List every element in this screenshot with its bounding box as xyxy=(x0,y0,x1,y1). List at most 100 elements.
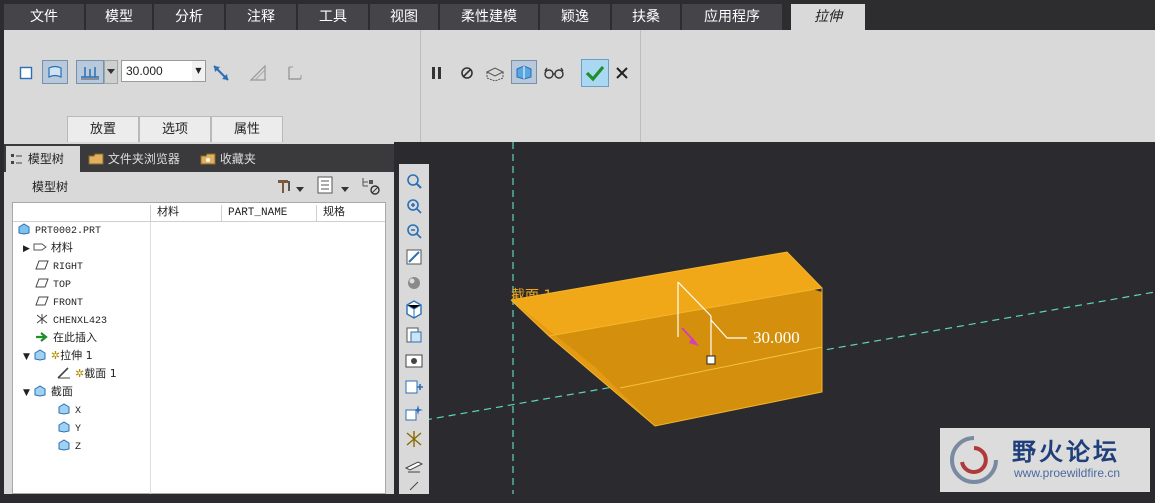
tree-item-extrude[interactable]: ▼ ✲拉伸 1 xyxy=(23,347,93,365)
tree-item-label: 拉伸 1 xyxy=(60,349,93,362)
navigator-panel: 模型树 文件夹浏览器 收藏夹 模型树 材料 PART_NAME 规格 PRT00… xyxy=(4,142,394,494)
panel-tabs: 模型树 文件夹浏览器 收藏夹 xyxy=(4,144,394,172)
tree-item-label: TOP xyxy=(53,280,72,291)
datum-plane-icon xyxy=(35,278,49,288)
section-label[interactable]: 截面 1 xyxy=(511,285,552,305)
tree-item-coordinate-system[interactable]: CHENXL423 xyxy=(35,311,107,329)
csys-display-icon[interactable] xyxy=(402,428,426,450)
tree-item-section[interactable]: ✲截面 1 xyxy=(57,365,117,383)
zoom-in-icon[interactable] xyxy=(402,195,426,217)
tree-item-section-group[interactable]: ▼ 截面 xyxy=(23,383,73,401)
ribbon-divider xyxy=(420,30,421,142)
tree-item-front-plane[interactable]: FRONT xyxy=(35,293,83,311)
display-style-icon[interactable] xyxy=(402,272,426,294)
view-manager-icon[interactable] xyxy=(402,324,426,346)
menu-tab-analysis[interactable]: 分析 xyxy=(154,4,224,30)
tree-item-label: 截面 1 xyxy=(84,367,117,380)
tab-placement[interactable]: 放置 xyxy=(67,116,139,142)
forum-logo-icon xyxy=(950,436,998,484)
column-header-spec[interactable]: 规格 xyxy=(316,205,387,221)
confirm-checkmark-button[interactable] xyxy=(581,59,609,87)
pause-icon[interactable] xyxy=(428,63,446,83)
tree-item-section-x[interactable]: X xyxy=(57,401,81,419)
no-preview-icon[interactable] xyxy=(457,63,477,83)
tab-favorites[interactable]: 收藏夹 xyxy=(196,146,268,172)
collapse-arrow-icon[interactable]: ▼ xyxy=(23,352,30,362)
cancel-x-button[interactable] xyxy=(614,64,630,82)
depth-type-dropdown[interactable] xyxy=(104,60,118,84)
model-tree-icon xyxy=(11,154,22,164)
detached-preview-icon[interactable] xyxy=(511,60,537,84)
tab-favorites-label: 收藏夹 xyxy=(219,152,256,166)
menu-tab-yingyi[interactable]: 颖逸 xyxy=(540,4,610,30)
remove-material-icon[interactable] xyxy=(247,62,269,84)
column-divider xyxy=(150,222,151,494)
menu-tab-extrude[interactable]: 拉伸 xyxy=(791,4,865,30)
ribbon-divider xyxy=(640,30,641,142)
graphics-viewport[interactable]: 截面 1 30.000 野火论坛 www.proewildfire.cn xyxy=(395,142,1155,494)
new-feature-star-icon: ✲ xyxy=(50,349,61,362)
menu-tab-file[interactable]: 文件 xyxy=(4,4,84,30)
tree-item-insert-here[interactable]: 在此插入 xyxy=(35,329,97,347)
collapse-arrow-icon[interactable]: ▼ xyxy=(23,388,30,398)
tree-item-label: FRONT xyxy=(53,298,84,309)
section-icon xyxy=(34,385,46,397)
settings-dropdown-icon[interactable] xyxy=(296,182,306,192)
refit-icon[interactable] xyxy=(402,170,426,192)
watermark-title: 野火论坛 xyxy=(1012,438,1120,466)
tab-folder-browser-label: 文件夹浏览器 xyxy=(107,152,180,166)
view-toolbar xyxy=(399,164,429,494)
tab-options[interactable]: 选项 xyxy=(139,116,211,142)
tree-item-section-y[interactable]: Y xyxy=(57,419,81,437)
solid-icon[interactable] xyxy=(17,64,35,82)
menu-tab-annotate[interactable]: 注释 xyxy=(226,4,296,30)
show-dropdown-icon[interactable] xyxy=(341,182,351,192)
verify-glasses-icon[interactable] xyxy=(541,62,567,84)
menu-bar: 文件 模型 分析 注释 工具 视图 柔性建模 颖逸 扶桑 应用程序 拉伸 xyxy=(0,0,1155,30)
tree-item-label: RIGHT xyxy=(53,262,84,273)
tree-item-top-plane[interactable]: TOP xyxy=(35,275,71,293)
datum-display-icon[interactable] xyxy=(402,376,426,398)
expand-arrow-icon[interactable]: ▶ xyxy=(23,244,30,254)
surface-icon[interactable] xyxy=(42,60,68,84)
tab-folder-browser[interactable]: 文件夹浏览器 xyxy=(84,146,192,172)
attached-preview-icon[interactable] xyxy=(482,62,508,84)
settings-hammer-icon[interactable] xyxy=(274,176,294,196)
spin-center-icon[interactable] xyxy=(402,454,426,476)
menu-tab-tools[interactable]: 工具 xyxy=(298,4,368,30)
sketch-icon xyxy=(57,367,70,379)
new-feature-star-icon: ✲ xyxy=(75,367,85,380)
thicken-icon[interactable] xyxy=(284,62,306,84)
show-list-icon[interactable] xyxy=(317,176,337,196)
perspective-view-icon[interactable] xyxy=(402,350,426,372)
more-tools-icon[interactable] xyxy=(402,478,426,500)
tree-filter-icon[interactable] xyxy=(360,176,384,196)
repaint-icon[interactable] xyxy=(402,246,426,268)
tree-item-right-plane[interactable]: RIGHT xyxy=(35,257,83,275)
tree-item-label: 在此插入 xyxy=(53,331,97,344)
zoom-out-icon[interactable] xyxy=(402,220,426,242)
depth-dropdown[interactable]: ▼ xyxy=(192,60,206,82)
coordinate-system-icon xyxy=(36,314,48,324)
column-header-part-name[interactable]: PART_NAME xyxy=(221,205,316,221)
saved-orientations-icon[interactable] xyxy=(402,298,426,320)
menu-tab-view[interactable]: 视图 xyxy=(370,4,438,30)
annotation-display-icon[interactable] xyxy=(402,402,426,424)
menu-tab-model[interactable]: 模型 xyxy=(86,4,152,30)
flip-direction-icon[interactable] xyxy=(210,62,232,84)
menu-tab-applications[interactable]: 应用程序 xyxy=(682,4,782,30)
depth-type-icon[interactable] xyxy=(76,60,104,84)
tree-item-label: CHENXL423 xyxy=(53,316,108,327)
depth-value-input[interactable]: 30.000 xyxy=(121,60,193,82)
depth-dimension-label[interactable]: 30.000 xyxy=(753,328,800,348)
menu-tab-fusang[interactable]: 扶桑 xyxy=(612,4,680,30)
tree-item-part[interactable]: PRT0002.PRT xyxy=(17,221,101,239)
tab-model-tree[interactable]: 模型树 xyxy=(6,146,80,172)
column-header-material[interactable]: 材料 xyxy=(150,205,221,221)
tree-item-section-z[interactable]: Z xyxy=(57,437,81,455)
tab-properties[interactable]: 属性 xyxy=(211,116,283,142)
datum-plane-icon xyxy=(35,296,49,306)
watermark-url: www.proewildfire.cn xyxy=(1014,466,1121,480)
tree-item-material[interactable]: ▶ 材料 xyxy=(23,239,73,257)
menu-tab-flexible-modeling[interactable]: 柔性建模 xyxy=(440,4,538,30)
